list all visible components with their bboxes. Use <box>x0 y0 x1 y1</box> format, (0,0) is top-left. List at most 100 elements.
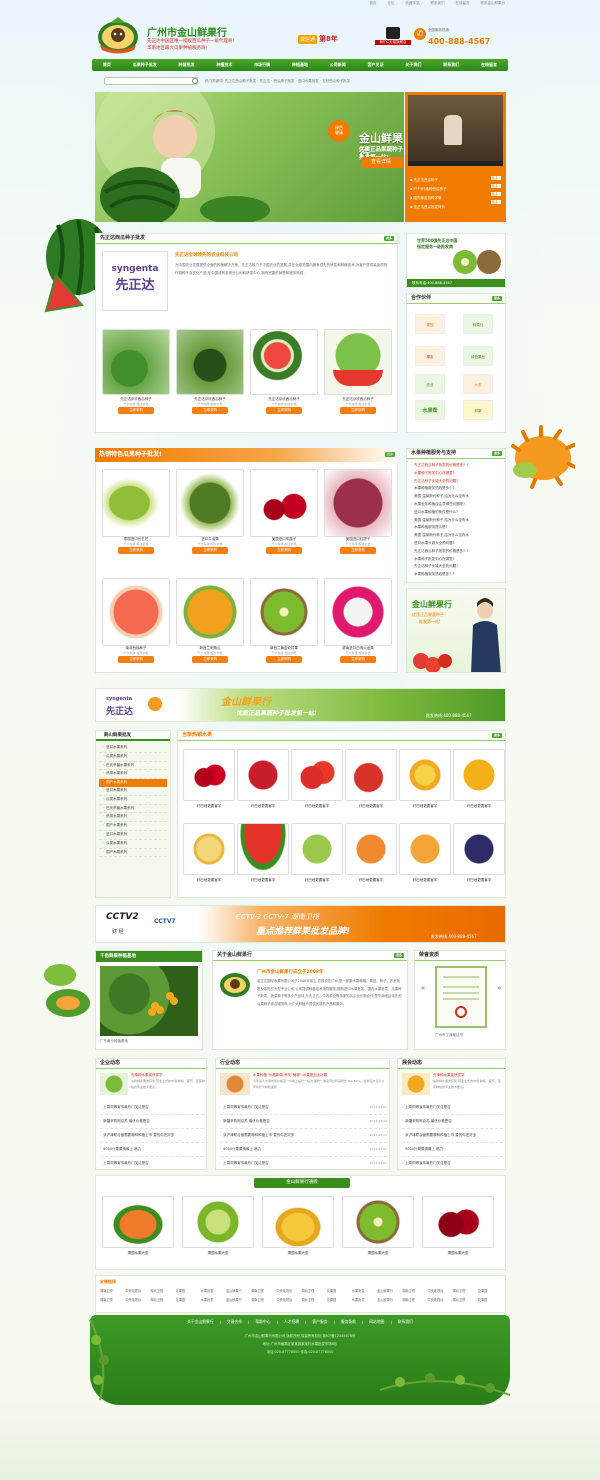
friend-link[interactable]: 中央电视台 <box>427 1287 452 1295</box>
video-controls[interactable] <box>408 161 503 166</box>
news-item[interactable]: 上周同等宣传最热门关注是否 <box>100 1157 204 1170</box>
syngenta-product[interactable]: 先正达京欣西瓜种子 千大先锋 超过价格 立即采购 <box>250 329 318 414</box>
nav-seeds[interactable]: 瓜果种子批发 <box>133 62 157 68</box>
category-item[interactable]: 进口水果系列 <box>99 744 167 753</box>
cert-image[interactable] <box>435 966 487 1028</box>
product-image[interactable] <box>176 469 244 537</box>
help-item[interactable]: 进口水果头城大全的问题? <box>411 540 501 548</box>
news-feature-title[interactable]: 先锋种水果类获奖学 <box>433 1073 503 1078</box>
season-item[interactable]: 纤巴地更要客宇 <box>345 749 397 809</box>
cctv-banner[interactable]: CCTV2 财 经 CCTV7 CCTV-2 CCTV-7 湖南卫视 重点推荐鲜… <box>95 905 506 943</box>
season-more-button[interactable]: 更多 <box>492 733 502 738</box>
help-item[interactable]: 水果种子批发中心在哪里? <box>411 556 501 564</box>
gallery-item[interactable]: 渭园水果大型 <box>262 1196 334 1256</box>
nav-news[interactable]: 公司新闻 <box>330 62 346 68</box>
tropical-product[interactable]: 越南进口白肉火龙果 千大先锋 超过价格 立即采购 <box>324 578 392 663</box>
cert-next-icon[interactable]: » <box>497 984 501 992</box>
season-item[interactable]: 纤巴地更要客宇 <box>183 749 235 809</box>
news-item[interactable]: 上周同等宣传最热门关注是否 <box>402 1101 503 1115</box>
gallery-caption[interactable]: 渭园水果大型 <box>102 1251 174 1256</box>
video-more-button[interactable]: 更多 <box>491 184 501 188</box>
fruit-image[interactable] <box>291 823 343 875</box>
news-row[interactable]: 新疆采购阿克苏 最优价格是否 2013-03-02 <box>220 1115 387 1129</box>
news-item[interactable]: 新疆采购阿克苏 最优价格是否 <box>402 1115 503 1129</box>
syngenta-product[interactable]: 先正达京欣西瓜种子 千大先锋 超过价格 立即采购 <box>324 329 392 414</box>
gallery-caption[interactable]: 渭园水果大型 <box>342 1251 414 1256</box>
top-link-contact[interactable]: 联系我们 <box>431 1 445 6</box>
season-item[interactable]: 纤巴地更要客宇 <box>453 749 505 809</box>
news-item[interactable]: 上周同等宣传最热门关注是否 <box>220 1157 269 1170</box>
buy-button[interactable]: 立即采购 <box>192 656 228 663</box>
news-item[interactable]: 新疆采购阿克苏 最优价格是否 <box>100 1115 204 1129</box>
friend-link[interactable]: 中央电视台 <box>276 1287 301 1295</box>
news-item[interactable]: 上周同等宣传最热门关注是否 <box>100 1101 204 1115</box>
news-item[interactable]: 京沪津联合营需要哪种种植上市 要的你还好多 <box>100 1129 204 1143</box>
tropical-more-button[interactable]: 更多 <box>385 452 395 457</box>
fruit-image[interactable] <box>399 749 451 801</box>
fruit-name[interactable]: 纤巴地更要客宇 <box>291 804 343 809</box>
product-image[interactable] <box>102 578 170 646</box>
gallery-item[interactable]: 渭园水果大型 <box>102 1196 174 1256</box>
buy-button[interactable]: 立即采购 <box>340 656 376 663</box>
video-more-button[interactable]: 更多 <box>491 192 501 196</box>
tropical-product[interactable]: 新西兰黄金奇异果 千大先锋 超过价格 立即采购 <box>250 578 318 663</box>
category-item[interactable]: 瓜类水果系列 <box>99 753 167 762</box>
help-item[interactable]: 先正达种子头城大全的问题? <box>411 478 501 486</box>
help-item[interactable]: 水果种植服务热线是多少? <box>411 571 501 579</box>
nav-home[interactable]: 首页 <box>103 62 111 68</box>
news-item[interactable]: 上周同等宣传最热门关注是否 <box>220 1101 269 1114</box>
friend-link[interactable]: 中央电视台 <box>125 1287 150 1295</box>
tropical-product[interactable]: 美国进口车厘子 千大先锋 超过价格 立即采购 <box>250 469 318 554</box>
buy-button[interactable]: 立即采购 <box>340 547 376 554</box>
top-link-message[interactable]: 在线留言 <box>456 1 470 6</box>
mid-banner[interactable]: syngenta 先正达 金山鲜果行 优质正品果蔬种子批发第一站! 批发热线:4… <box>95 688 506 722</box>
friend-link[interactable]: 湖南卫视 <box>251 1287 276 1295</box>
hero-detail-button[interactable]: 查看详情 <box>361 157 404 168</box>
product-image[interactable] <box>102 329 170 395</box>
help-item[interactable]: 先正达西瓜种子批发的价格是多少? <box>411 548 501 556</box>
friend-link[interactable]: 金山鲜果行 <box>226 1287 251 1295</box>
season-item[interactable]: 纤巴地更要客宇 <box>183 823 235 883</box>
fruit-image[interactable] <box>399 823 451 875</box>
fruit-image[interactable] <box>453 749 505 801</box>
buy-button[interactable]: 立即采购 <box>266 407 302 414</box>
buy-button[interactable]: 立即采购 <box>192 547 228 554</box>
news-item[interactable]: 京沪津联合营需要哪种种植上市 要的你还好多 <box>402 1129 503 1143</box>
buy-button[interactable]: 立即采购 <box>340 407 376 414</box>
product-image[interactable] <box>176 329 244 395</box>
partner-logo[interactable]: 鲜果行 <box>463 314 493 334</box>
category-item[interactable]: 瓜类水果系列 <box>99 796 167 805</box>
news-item[interactable]: 9000斤果果情最上 格力 <box>220 1143 261 1156</box>
video-list-item[interactable]: ▪ FPP3代纯种西瓜种子 <box>410 185 500 194</box>
partner-logo[interactable]: 大农 <box>463 374 493 394</box>
season-item[interactable]: 纤巴地更要客宇 <box>237 749 289 809</box>
category-item[interactable]: 热带水果系列 <box>99 813 167 823</box>
gallery-caption[interactable]: 渭园水果大型 <box>262 1251 334 1256</box>
service-ad[interactable]: 金山鲜果行 优质正品果蔬种子 批发第一站! <box>406 588 506 673</box>
tropical-product[interactable]: 泰国进口长芒芒 千大先锋 超过价格 立即采购 <box>102 469 170 554</box>
tropical-product[interactable]: 新西兰刺角瓜 千大先锋 超过价格 立即采购 <box>176 578 244 663</box>
fruit-name[interactable]: 纤巴地更要客宇 <box>237 804 289 809</box>
buy-button[interactable]: 立即采购 <box>118 656 154 663</box>
help-item[interactable]: 美国 温莱斯代种子,结为什么没有水 <box>411 532 501 540</box>
about-more-button[interactable]: 更多 <box>394 953 404 958</box>
category-item[interactable]: 进口水果系列 <box>99 787 167 796</box>
fruit-image[interactable] <box>183 823 235 875</box>
category-item[interactable]: 巴氏杀菌水果系列 <box>99 805 167 814</box>
category-item[interactable]: 进口水果系列 <box>99 831 167 840</box>
category-item[interactable]: 巴氏杀菌水果系列 <box>99 762 167 771</box>
help-item[interactable]: 水果种植服务提示是? <box>411 524 501 532</box>
friend-link[interactable]: 湖南卫视 <box>402 1287 427 1295</box>
video-list-item[interactable]: ▪ 先正达西瓜批发特价 <box>410 203 500 212</box>
nav-base[interactable]: 种植基地 <box>292 62 308 68</box>
top-link-home[interactable]: 首页 <box>370 1 377 6</box>
search-input[interactable] <box>104 77 198 85</box>
news-row[interactable]: 上周同等宣传最热门关注是否 2013-03-02 <box>220 1101 387 1115</box>
buy-button[interactable]: 立即采购 <box>266 656 302 663</box>
fruit-name[interactable]: 纤巴地更要客宇 <box>399 878 451 883</box>
fruit-image[interactable] <box>453 823 505 875</box>
fruit-image[interactable] <box>237 749 289 801</box>
gallery-image[interactable] <box>102 1196 174 1248</box>
news-item[interactable]: 9000斤果果情最上 格力 <box>100 1143 204 1157</box>
product-image[interactable] <box>250 469 318 537</box>
